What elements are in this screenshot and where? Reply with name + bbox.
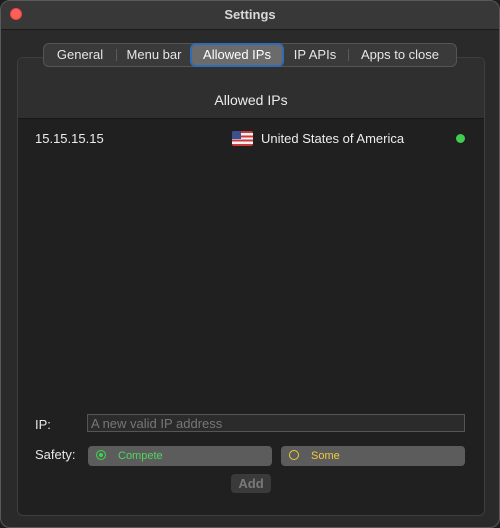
tab-apps-to-close[interactable]: Apps to close: [348, 44, 452, 66]
settings-window: Settings Allowed IPs General Menu bar Al…: [0, 0, 500, 528]
safety-option-label: Some: [311, 450, 340, 462]
us-flag-icon: [232, 131, 253, 146]
safety-option-compete[interactable]: Compete: [88, 446, 272, 466]
ip-address: 15.15.15.15: [35, 131, 104, 146]
radio-selected-icon: [96, 450, 106, 460]
tab-menu-bar[interactable]: Menu bar: [116, 44, 192, 66]
panel-title: Allowed IPs: [214, 92, 288, 108]
tab-general[interactable]: General: [44, 44, 116, 66]
status-dot-icon: [456, 134, 465, 143]
safety-option-some[interactable]: Some: [281, 446, 465, 466]
title-bar: Settings: [1, 1, 499, 30]
tab-ip-apis[interactable]: IP APIs: [282, 44, 348, 66]
safety-label: Safety:: [35, 447, 76, 462]
safety-option-label: Compete: [118, 450, 163, 462]
window-title: Settings: [224, 7, 276, 22]
tab-allowed-ips[interactable]: Allowed IPs: [192, 45, 282, 65]
panel-header: Allowed IPs: [18, 58, 484, 119]
ip-label: IP:: [35, 417, 51, 432]
radio-unselected-icon: [289, 450, 299, 460]
ip-input[interactable]: [87, 414, 465, 432]
country-name: United States of America: [261, 131, 405, 146]
add-button[interactable]: Add: [231, 474, 271, 493]
tab-bar: General Menu bar Allowed IPs IP APIs App…: [43, 43, 457, 67]
list-item[interactable]: 15.15.15.15 United States of America: [35, 131, 467, 147]
